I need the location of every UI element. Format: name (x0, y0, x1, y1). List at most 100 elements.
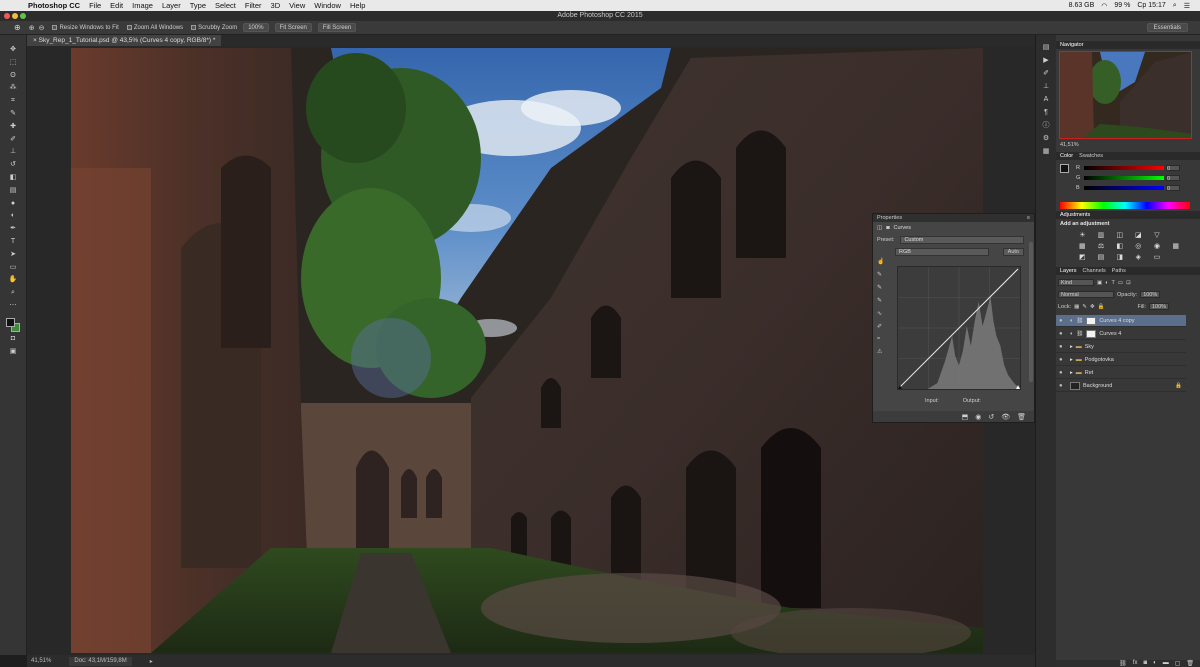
zoom-window-button[interactable] (20, 13, 26, 19)
fit-screen-button[interactable]: Fit Screen (274, 23, 312, 32)
menu-file[interactable]: File (89, 1, 101, 10)
paragraph-icon[interactable]: ¶ (1044, 108, 1048, 118)
layer-name[interactable]: Sky (1085, 344, 1094, 350)
black-point-eyedropper-icon[interactable]: ✎ (877, 271, 889, 278)
color-spectrum[interactable] (1060, 202, 1190, 209)
brush-tool-icon[interactable]: ✐ (6, 135, 20, 146)
search-icon[interactable]: ⌕ (1173, 2, 1177, 10)
layer-name[interactable]: Ret (1085, 370, 1094, 376)
clipping-warning-icon[interactable]: ⚠ (877, 348, 889, 355)
zoom-readout[interactable]: 41,51% (31, 658, 51, 664)
smooth-curve-icon[interactable]: ≈ (877, 336, 889, 342)
menu-image[interactable]: Image (132, 1, 153, 10)
add-mask-icon[interactable]: ◙ (1143, 660, 1147, 667)
type-tool-icon[interactable]: T (6, 237, 20, 248)
doc-size-readout[interactable]: Doc: 43,1M/159,8M (69, 656, 132, 666)
navigator-zoom[interactable]: 41,51% (1060, 142, 1079, 148)
history-icon[interactable]: ▤ (1043, 43, 1050, 53)
layer-mask-thumbnail[interactable] (1086, 316, 1097, 325)
history-brush-tool-icon[interactable]: ↺ (6, 160, 20, 171)
green-value[interactable]: 0 (1166, 175, 1180, 182)
color-foreground[interactable] (1060, 164, 1069, 173)
vibrance-icon[interactable]: ▽ (1149, 232, 1166, 239)
properties-scrollbar[interactable] (1029, 242, 1033, 382)
blend-mode-select[interactable]: Normal (1058, 291, 1114, 298)
visibility-eye-icon[interactable]: ● (1059, 318, 1067, 324)
resize-windows-checkbox[interactable]: Resize Windows to Fit (52, 25, 119, 31)
quick-select-tool-icon[interactable]: ⁂ (6, 83, 20, 94)
curves-graph[interactable] (897, 266, 1021, 390)
selective-color-icon[interactable]: ◈ (1130, 254, 1147, 261)
hue-saturation-icon[interactable]: ▦ (1074, 243, 1091, 250)
fill-screen-button[interactable]: Fill Screen (317, 23, 357, 32)
visibility-eye-icon[interactable]: ● (1059, 331, 1067, 337)
eraser-tool-icon[interactable]: ◧ (6, 173, 20, 184)
menu-type[interactable]: Type (190, 1, 206, 10)
layer-row-ret[interactable]: ● ▸ ▬ Ret (1056, 367, 1186, 379)
healing-tool-icon[interactable]: ✚ (6, 122, 20, 133)
menu-select[interactable]: Select (215, 1, 236, 10)
layer-row-sky[interactable]: ● ▸ ▬ Sky (1056, 341, 1186, 353)
photo-filter-icon[interactable]: ◎ (1130, 243, 1147, 250)
invert-icon[interactable]: ◩ (1074, 254, 1091, 261)
red-value[interactable]: 0 (1166, 165, 1180, 172)
color-swatches[interactable] (6, 317, 20, 332)
screen-mode-icon[interactable]: ▣ (6, 347, 20, 358)
wifi-icon[interactable]: ◠ (1101, 2, 1107, 10)
green-slider[interactable] (1084, 176, 1164, 180)
brush-presets-icon[interactable]: ✐ (1043, 69, 1049, 79)
crop-tool-icon[interactable]: ⌗ (6, 96, 20, 107)
auto-button[interactable]: Auto (1002, 248, 1024, 256)
filter-smart-icon[interactable]: ⊡ (1126, 280, 1131, 286)
lock-transparency-icon[interactable]: ▦ (1074, 304, 1079, 310)
visibility-eye-icon[interactable]: ● (1059, 344, 1067, 350)
navigator-thumbnail[interactable] (1059, 51, 1192, 139)
layer-row-podgotovka[interactable]: ● ▸ ▬ Podgotovka (1056, 354, 1186, 366)
white-point-eyedropper-icon[interactable]: ✎ (877, 297, 889, 304)
menu-view[interactable]: View (289, 1, 305, 10)
brightness-contrast-icon[interactable]: ☀ (1074, 232, 1091, 239)
layers-tab[interactable]: Layers (1060, 267, 1077, 275)
view-previous-icon[interactable]: ◉ (975, 413, 981, 421)
menu-filter[interactable]: Filter (245, 1, 262, 10)
reset-icon[interactable]: ↺ (988, 413, 994, 421)
expand-arrow-icon[interactable]: ▸ (1070, 357, 1073, 363)
layer-thumbnail[interactable] (1070, 381, 1080, 390)
filter-adjustment-icon[interactable]: ◐ (1105, 280, 1108, 286)
eyedropper-tool-icon[interactable]: ✎ (6, 109, 20, 120)
layer-row-curves-4-copy[interactable]: ● ◐ ⛓ Curves 4 copy (1056, 315, 1186, 327)
clone-source-icon[interactable]: ⊥ (1043, 82, 1049, 92)
path-select-tool-icon[interactable]: ➤ (6, 250, 20, 261)
foreground-color-swatch[interactable] (6, 317, 15, 327)
trash-icon[interactable]: 🗑 (1186, 660, 1194, 667)
gradient-map-icon[interactable]: ▭ (1149, 254, 1166, 261)
info-icon[interactable]: ⓘ (1043, 121, 1050, 131)
layer-mask-thumbnail[interactable] (1086, 329, 1097, 338)
navigator-header[interactable]: Navigator (1056, 41, 1200, 49)
opacity-input[interactable]: 100% (1140, 291, 1161, 298)
gradient-tool-icon[interactable]: ▤ (6, 186, 20, 197)
curves-adjust-icon[interactable]: ◫ (1111, 232, 1128, 239)
zoom-in-icon[interactable]: ⊕ (29, 24, 35, 32)
layer-name[interactable]: Podgotovka (1085, 357, 1114, 363)
hand-tool-icon[interactable]: ✋ (6, 275, 20, 286)
zoom-out-icon[interactable]: ⊖ (39, 24, 45, 32)
paths-tab[interactable]: Paths (1112, 267, 1126, 275)
adjustments-tab[interactable]: Adjustments (1060, 211, 1090, 219)
scrubby-zoom-checkbox[interactable]: Scrubby Zoom (191, 25, 237, 31)
exposure-icon[interactable]: ◪ (1130, 232, 1147, 239)
channel-select[interactable]: RGB (895, 248, 989, 256)
swatches-tab[interactable]: Swatches (1079, 152, 1103, 160)
new-adjustment-icon[interactable]: ◐ (1153, 660, 1157, 667)
layer-name[interactable]: Curves 4 (1099, 331, 1121, 337)
menu-edit[interactable]: Edit (110, 1, 123, 10)
black-white-icon[interactable]: ◧ (1111, 243, 1128, 250)
posterize-icon[interactable]: ▤ (1093, 254, 1110, 261)
filter-type-icon[interactable]: T (1112, 280, 1115, 286)
new-group-icon[interactable]: ▬ (1163, 660, 1169, 667)
levels-icon[interactable]: ▥ (1093, 232, 1110, 239)
notifications-icon[interactable]: ☰ (1184, 2, 1190, 10)
preset-select[interactable]: Custom (900, 236, 1024, 244)
move-tool-icon[interactable]: ✥ (6, 45, 20, 56)
document-image[interactable] (71, 48, 983, 653)
